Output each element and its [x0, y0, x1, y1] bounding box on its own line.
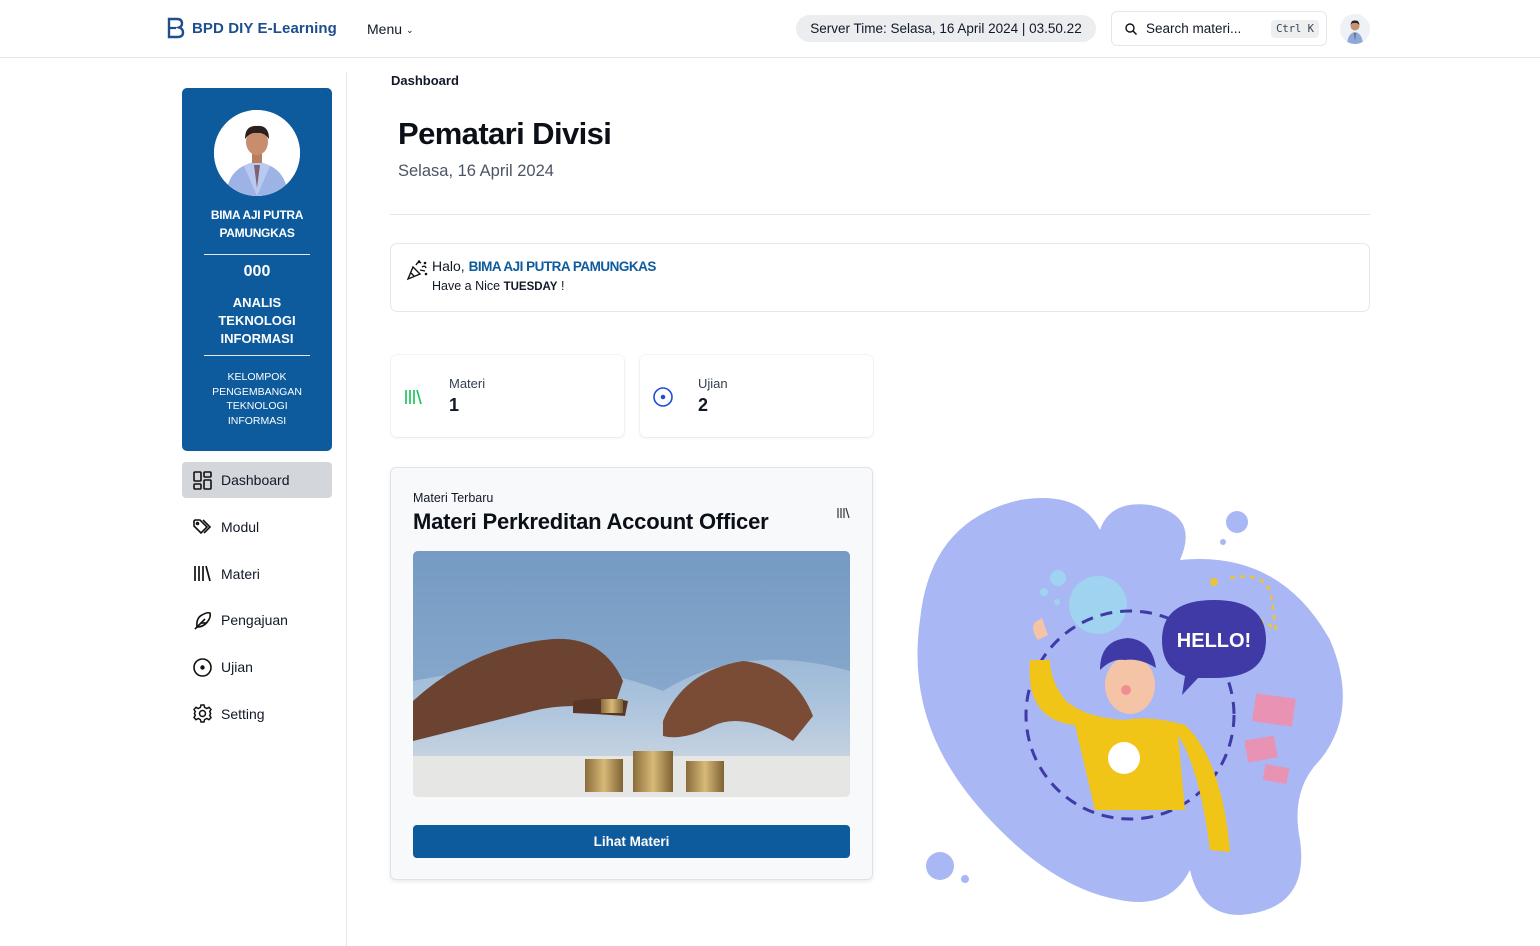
target-icon	[193, 657, 212, 677]
gear-icon	[193, 704, 212, 724]
breadcrumb[interactable]: Dashboard	[391, 73, 459, 88]
greeting-subline: Have a Nice TUESDAY !	[432, 279, 564, 293]
greeting-card: Halo, BIMA AJI PUTRA PAMUNGKAS Have a Ni…	[390, 243, 1370, 312]
sidebar-item-label: Ujian	[221, 659, 253, 676]
latest-materi-thumbnail	[413, 551, 850, 797]
profile-group: KELOMPOK PENGEMBANGAN TEKNOLOGI INFORMAS…	[212, 371, 302, 427]
brand-logo-icon	[167, 17, 185, 39]
stat-value: 2	[698, 395, 709, 415]
tags-icon	[193, 519, 212, 535]
page-title: Pematari Divisi	[398, 116, 612, 151]
coins-photo	[413, 551, 850, 797]
stat-label: Ujian	[698, 376, 728, 391]
library-icon	[194, 565, 211, 582]
user-avatar[interactable]	[1340, 14, 1370, 44]
search-button[interactable]: Search materi... Ctrl K	[1111, 11, 1327, 46]
greeting-line: Halo, BIMA AJI PUTRA PAMUNGKAS	[432, 258, 656, 274]
latest-materi-card: Materi Terbaru Materi Perkreditan Accoun…	[390, 467, 873, 880]
profile-id: 000	[243, 263, 271, 280]
menu-dropdown-button[interactable]: Menu ⌄	[355, 14, 426, 44]
profile-photo-image	[214, 110, 300, 196]
dashboard-icon	[193, 470, 212, 490]
top-navbar: BPD DIY E-Learning Menu ⌄ Server Time: S…	[0, 0, 1540, 58]
avatar-image	[1340, 14, 1370, 44]
library-icon	[405, 389, 422, 405]
search-placeholder: Search materi...	[1146, 21, 1242, 36]
sidebar-item-label: Modul	[221, 518, 260, 535]
brand-name: BPD DIY E-Learning	[192, 19, 337, 37]
sidebar-item-dashboard[interactable]: Dashboard	[182, 462, 332, 498]
latest-materi-subtitle: Materi Terbaru	[413, 491, 494, 505]
sidebar-item-label: Dashboard	[221, 472, 290, 488]
feather-icon	[194, 611, 212, 630]
greeting-suffix: !	[560, 279, 565, 293]
page-date: Selasa, 16 April 2024	[398, 162, 554, 180]
profile-photo	[214, 110, 300, 196]
sidebar-item-label: Pengajuan	[221, 612, 288, 629]
view-materi-button[interactable]: Lihat Materi	[413, 825, 850, 858]
stat-label: Materi	[449, 376, 486, 391]
hello-bubble-text: HELLO!	[1177, 630, 1251, 652]
sidebar-item-pengajuan[interactable]: Pengajuan	[182, 602, 332, 638]
stat-value: 1	[449, 395, 460, 415]
greeting-day: TUESDAY	[503, 281, 558, 293]
sidebar-item-label: Setting	[221, 705, 265, 722]
stat-card-materi[interactable]: Materi 1	[391, 355, 624, 437]
stat-card-ujian[interactable]: Ujian 2	[640, 355, 873, 437]
search-icon	[1125, 22, 1138, 35]
sidebar-item-ujian[interactable]: Ujian	[182, 649, 332, 685]
sidebar-item-label: Materi	[221, 565, 260, 582]
profile-divider	[204, 254, 310, 255]
profile-card: BIMA AJI PUTRA PAMUNGKAS 000 ANALIS TEKN…	[182, 88, 332, 451]
latest-materi-title: Materi Perkreditan Account Officer	[413, 509, 769, 534]
brand-link[interactable]: BPD DIY E-Learning	[166, 17, 337, 39]
hello-illustration-image: HELLO!	[917, 498, 1343, 915]
chevron-down-icon: ⌄	[406, 24, 414, 35]
greeting-user-name: BIMA AJI PUTRA PAMUNGKAS	[468, 259, 657, 274]
title-divider	[390, 214, 1370, 215]
profile-role: ANALIS TEKNOLOGI INFORMASI	[218, 295, 296, 346]
menu-label: Menu	[367, 21, 403, 37]
sidebar-item-modul[interactable]: Modul	[182, 509, 332, 545]
greeting-prefix: Have a Nice	[432, 279, 501, 293]
target-icon	[653, 387, 673, 407]
sidebar-divider	[346, 72, 347, 946]
greeting-hello: Halo,	[432, 258, 465, 274]
party-popper-icon	[406, 260, 428, 281]
sidebar-item-materi[interactable]: Materi	[182, 556, 332, 592]
library-icon	[837, 507, 850, 519]
hello-illustration: HELLO!	[900, 490, 1360, 920]
server-time-badge: Server Time: Selasa, 16 April 2024 | 03.…	[796, 15, 1096, 42]
profile-name: BIMA AJI PUTRA PAMUNGKAS	[210, 208, 304, 240]
sidebar-nav: Dashboard Modul Materi Pengajuan Ujian S…	[182, 462, 332, 743]
profile-divider	[204, 355, 310, 356]
search-shortcut: Ctrl K	[1271, 19, 1319, 38]
sidebar-item-setting[interactable]: Setting	[182, 696, 332, 732]
